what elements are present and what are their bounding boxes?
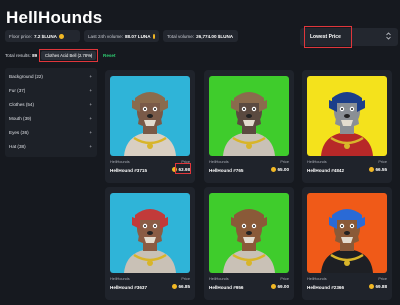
price-value: 69.00	[277, 284, 290, 289]
collection-name: HellHounds	[307, 160, 327, 164]
price-value: 69.88	[375, 284, 388, 289]
luna-icon	[58, 33, 64, 39]
stat-floor-price: Floor price: 7.2 $LUNA	[5, 30, 80, 42]
stat-label: Floor price:	[9, 33, 32, 39]
filter-item-mouth[interactable]: Mouth (39) +	[5, 112, 97, 126]
filter-item-clothes[interactable]: Clothes (54) +	[5, 98, 97, 112]
filter-item-eyes[interactable]: Eyes (36) +	[5, 126, 97, 140]
stat-total-volume: Total volume: 26,774.00 $LUNA	[163, 30, 238, 42]
filter-label: Mouth (39)	[9, 116, 32, 121]
stat-label: Last 24h volume:	[88, 33, 123, 39]
price-highlight-box	[175, 163, 191, 174]
price-label: Price	[181, 277, 190, 281]
luna-icon	[368, 284, 374, 289]
hellhound-illustration	[223, 209, 275, 273]
nft-name: HellHound #2366	[307, 285, 345, 290]
filter-label: Fur (37)	[9, 88, 26, 93]
stat-label: Total volume:	[167, 33, 195, 39]
filter-label: Background (22)	[9, 74, 43, 79]
stat-value: 26,774.00 $LUNA	[196, 33, 234, 39]
nft-image[interactable]	[307, 76, 387, 156]
nft-name: HellHound #956	[209, 285, 244, 290]
sort-highlight-box	[304, 26, 352, 48]
reset-button[interactable]: Reset	[103, 53, 116, 58]
total-value: 89	[32, 53, 38, 58]
nft-name: HellHound #765	[209, 168, 244, 173]
nft-card[interactable]: HellHounds Price HellHound #765 65.00	[204, 70, 294, 183]
nft-name: HellHound #4842	[307, 168, 345, 173]
nft-price: 66.55	[368, 167, 388, 172]
price-label: Price	[280, 277, 289, 281]
hellhound-illustration	[223, 92, 275, 156]
stat-value: 7.2 $LUNA	[33, 33, 57, 39]
price-label: Price	[378, 160, 387, 164]
filter-item-hat[interactable]: Hat (38) +	[5, 140, 97, 154]
nft-image[interactable]	[307, 193, 387, 273]
plus-icon: +	[89, 88, 92, 93]
nft-price: 69.00	[270, 284, 290, 289]
filter-item-fur[interactable]: Fur (37) +	[5, 84, 97, 98]
price-label: Price	[280, 160, 289, 164]
hellhound-illustration	[124, 92, 176, 156]
nft-price: 66.85	[171, 284, 191, 289]
total-results: Total results: 89	[5, 53, 37, 58]
collection-name: HellHounds	[209, 160, 229, 164]
filter-label: Eyes (36)	[9, 130, 29, 135]
filter-label: Hat (38)	[9, 144, 26, 149]
collection-name: HellHounds	[110, 277, 130, 281]
hellhound-illustration	[124, 209, 176, 273]
nft-name: HellHound #3637	[110, 285, 148, 290]
filter-label: Clothes (54)	[9, 102, 35, 107]
hellhound-illustration	[321, 209, 373, 273]
luna-icon	[270, 167, 276, 172]
nft-image[interactable]	[209, 76, 289, 156]
nft-name: HellHound #3715	[110, 168, 148, 173]
nft-image[interactable]	[110, 76, 190, 156]
chevron-up-down-icon	[386, 32, 391, 42]
price-label: Price	[378, 277, 387, 281]
plus-icon: +	[89, 74, 92, 79]
plus-icon: +	[89, 130, 92, 135]
nft-card[interactable]: HellHounds Price HellHound #956 69.00	[204, 187, 294, 300]
filter-sidebar: Background (22) + Fur (37) + Clothes (54…	[5, 68, 97, 157]
collection-name: HellHounds	[110, 160, 130, 164]
plus-icon: +	[89, 102, 92, 107]
plus-icon: +	[89, 116, 92, 121]
stat-value: 88.07 LUNA	[125, 33, 151, 39]
total-label: Total results:	[5, 53, 31, 58]
nft-price: 69.88	[368, 284, 388, 289]
nft-price: 65.00	[270, 167, 290, 172]
collection-name: HellHounds	[307, 277, 327, 281]
plus-icon: +	[89, 144, 92, 149]
luna-icon	[368, 167, 374, 172]
nft-image[interactable]	[209, 193, 289, 273]
luna-icon	[171, 284, 177, 289]
price-value: 66.85	[178, 284, 191, 289]
filter-item-background[interactable]: Background (22) +	[5, 70, 97, 84]
nft-image[interactable]	[110, 193, 190, 273]
page-title: HellHounds	[6, 8, 103, 27]
nft-card[interactable]: HellHounds Price HellHound #2366 69.88	[302, 187, 392, 300]
price-value: 66.55	[375, 167, 388, 172]
hellhound-illustration	[321, 92, 373, 156]
collection-name: HellHounds	[209, 277, 229, 281]
nft-card[interactable]: HellHounds Price HellHound #4842 66.55	[302, 70, 392, 183]
price-value: 65.00	[277, 167, 290, 172]
luna-icon	[270, 284, 276, 289]
chip-highlight-box	[39, 49, 98, 62]
luna-icon	[152, 33, 155, 39]
nft-card[interactable]: HellHounds Price HellHound #3637 66.85	[105, 187, 195, 300]
stat-24h-volume: Last 24h volume: 88.07 LUNA	[84, 30, 159, 42]
